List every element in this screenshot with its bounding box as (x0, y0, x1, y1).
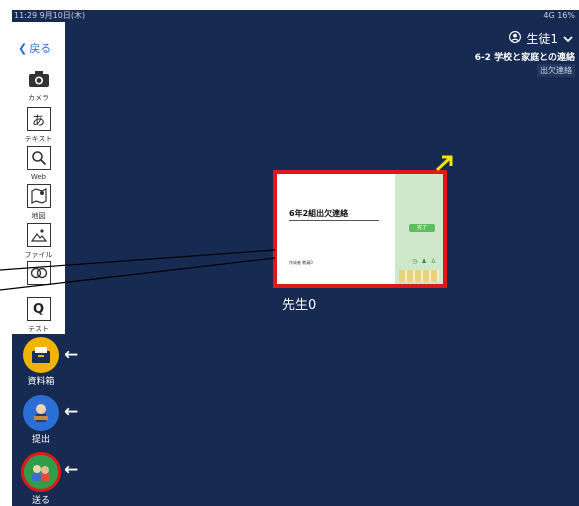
callout-line (0, 249, 276, 291)
